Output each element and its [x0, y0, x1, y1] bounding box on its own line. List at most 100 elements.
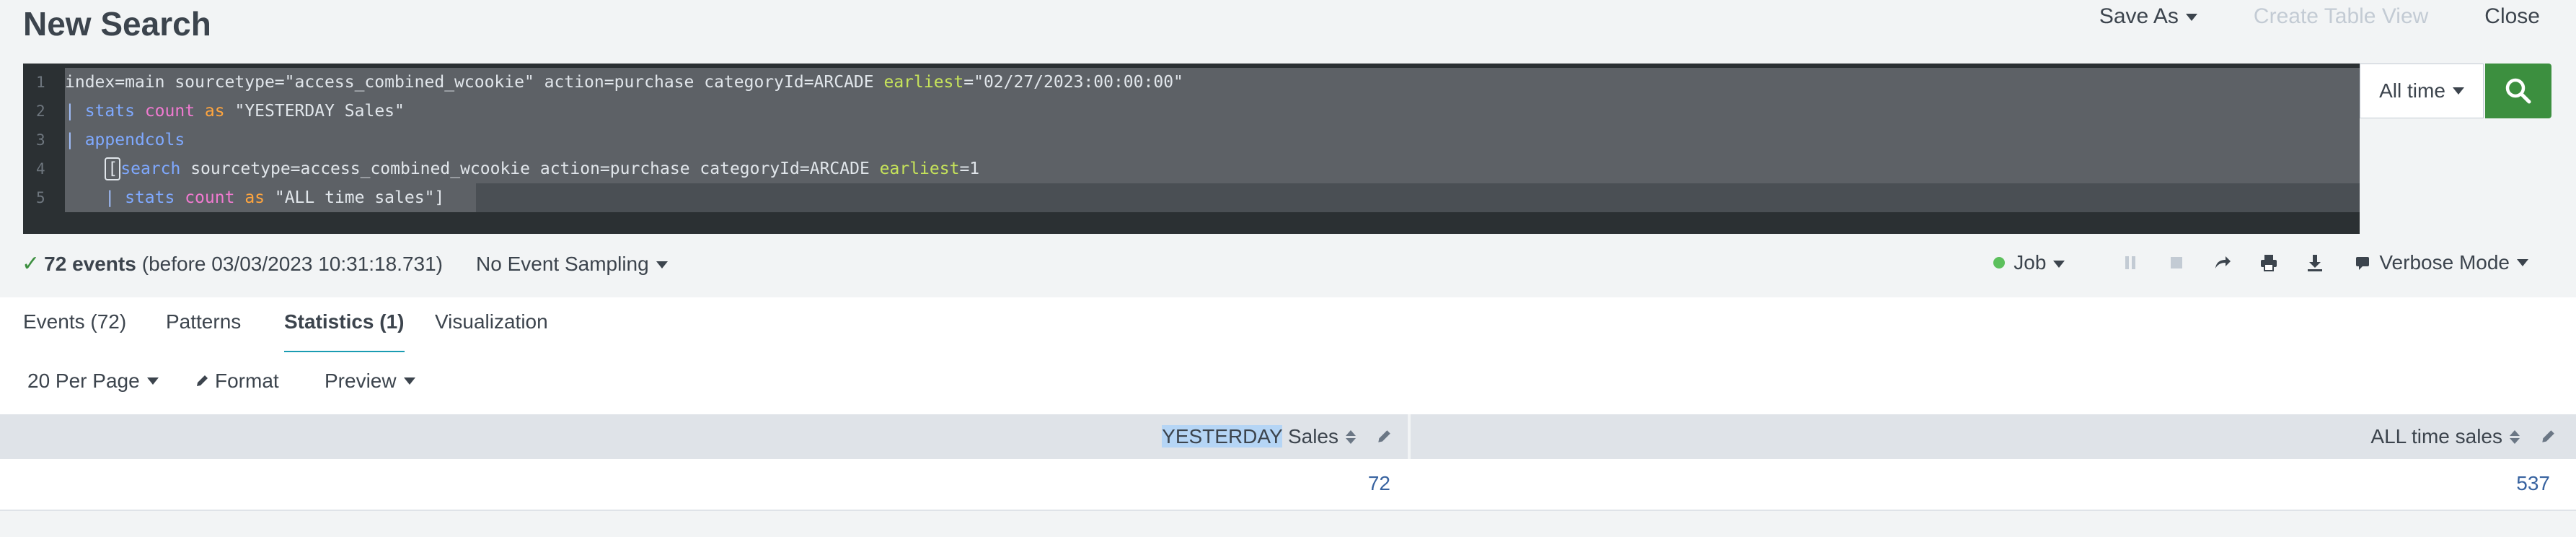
time-range-label: All time: [2379, 79, 2445, 102]
code-token: =1: [959, 160, 980, 178]
format-button[interactable]: Format: [195, 370, 279, 393]
code-token: |: [65, 131, 85, 149]
event-sampling-dropdown[interactable]: No Event Sampling: [476, 253, 668, 276]
column-header-yesterday-sales[interactable]: YESTERDAY Sales: [0, 414, 1392, 459]
search-editor[interactable]: 1 2 3 4 5 index=main sourcetype="access_…: [23, 64, 2360, 234]
stop-button[interactable]: [2166, 252, 2187, 274]
tab-patterns[interactable]: Patterns: [166, 310, 241, 351]
code-token: "ALL time sales"]: [265, 188, 445, 207]
code-line-3[interactable]: | appendcols: [65, 126, 185, 154]
print-icon: [2261, 255, 2277, 271]
share-icon: [2215, 256, 2231, 268]
results-tabs: Events (72) Patterns Statistics (1) Visu…: [0, 297, 2576, 354]
code-token: |: [65, 188, 125, 207]
line-number-gutter: 1 2 3 4 5: [23, 64, 65, 234]
sort-icon[interactable]: [2510, 429, 2520, 444]
search-mode-dropdown[interactable]: Verbose Mode: [2355, 251, 2528, 274]
events-timestamp: (before 03/03/2023 10:31:18.731): [141, 252, 444, 275]
tab-statistics[interactable]: Statistics (1): [284, 310, 405, 354]
code-token: |: [65, 102, 85, 121]
share-button[interactable]: [2212, 252, 2233, 274]
code-token: ="02/27/2023:00:00:00": [963, 73, 1183, 92]
save-as-button[interactable]: Save As: [2099, 4, 2197, 29]
search-mode-label: Verbose Mode: [2379, 251, 2510, 274]
preview-dropdown[interactable]: Preview: [325, 370, 415, 393]
pencil-icon: [197, 375, 208, 386]
job-controls: Job Verbose Mode: [1993, 251, 2528, 274]
save-as-label: Save As: [2099, 4, 2179, 28]
column-header-label: ALL time sales: [2370, 425, 2502, 448]
job-menu[interactable]: Job: [2013, 251, 2065, 274]
code-token: appendcols: [84, 131, 185, 149]
code-token: stats: [125, 188, 175, 207]
code-token: as: [204, 102, 225, 121]
code-line-5[interactable]: | stats count as "ALL time sales"]: [65, 183, 444, 212]
text-selection: YESTERDAY: [1162, 425, 1283, 448]
per-page-dropdown[interactable]: 20 Per Page: [27, 370, 159, 393]
search-icon: [2505, 78, 2531, 104]
line-number: 2: [36, 102, 45, 120]
job-status-bar: ✓ 72 events (before 03/03/2023 10:31:18.…: [0, 248, 2576, 280]
edit-column-icon[interactable]: [2540, 429, 2556, 445]
column-header-all-time-sales[interactable]: ALL time sales: [1411, 414, 2556, 459]
close-button[interactable]: Close: [2484, 4, 2540, 29]
time-range-picker[interactable]: All time: [2360, 64, 2484, 118]
code-line-2[interactable]: | stats count as "YESTERDAY Sales": [65, 97, 405, 126]
code-token: as: [244, 188, 265, 207]
text-cursor: [: [105, 157, 121, 180]
code-token: index=main sourcetype="access_combined_w…: [65, 73, 884, 92]
job-label: Job: [2013, 251, 2047, 274]
event-sampling-label: No Event Sampling: [476, 252, 649, 275]
line-number: 5: [36, 189, 45, 206]
column-header-text: Sales: [1282, 425, 1338, 448]
mode-icon: [2356, 257, 2370, 270]
search-button[interactable]: [2485, 64, 2551, 118]
tab-visualization[interactable]: Visualization: [435, 310, 548, 351]
column-header-label: YESTERDAY Sales: [1162, 425, 1338, 448]
download-icon: [2308, 255, 2323, 271]
per-page-label: 20 Per Page: [27, 370, 140, 392]
events-count: 72 events: [44, 252, 136, 275]
export-button[interactable]: [2304, 252, 2326, 274]
cell-all-time-sales[interactable]: 537: [2516, 472, 2550, 495]
create-table-view-button[interactable]: Create Table View: [2254, 4, 2428, 29]
cell-yesterday-sales[interactable]: 72: [1368, 472, 1390, 495]
chevron-down-icon: [146, 377, 159, 385]
code-token: "YESTERDAY Sales": [224, 102, 405, 121]
sort-icon[interactable]: [1346, 429, 1356, 444]
tab-events[interactable]: Events (72): [23, 310, 126, 351]
pause-button[interactable]: [2120, 252, 2141, 274]
code-token: earliest: [879, 160, 960, 178]
top-bar: New Search Save As Create Table View Clo…: [0, 0, 2576, 64]
chevron-down-icon: [2185, 14, 2197, 22]
top-actions: Save As Create Table View Close: [2043, 4, 2540, 29]
chevron-down-icon: [2053, 260, 2065, 268]
code-token: count: [144, 102, 195, 121]
table-header: YESTERDAY Sales ALL time sales: [0, 414, 2576, 459]
table-row: 72 537: [0, 459, 2576, 511]
format-label: Format: [215, 370, 279, 392]
line-number: 3: [36, 131, 45, 149]
print-button[interactable]: [2258, 252, 2280, 274]
chevron-down-icon: [656, 261, 668, 269]
job-status-icon: [1993, 257, 2006, 268]
table-controls: 20 Per Page Format Preview: [0, 352, 2576, 414]
code-line-1[interactable]: index=main sourcetype="access_combined_w…: [65, 68, 1183, 97]
line-number: 1: [36, 74, 45, 91]
code-line-4[interactable]: [search sourcetype=access_combined_wcook…: [65, 154, 979, 183]
code-token: stats: [84, 102, 135, 121]
code-token: search: [120, 160, 181, 178]
edit-column-icon[interactable]: [1376, 429, 1392, 445]
selection-highlight: [476, 183, 2360, 212]
chevron-down-icon: [2517, 259, 2528, 266]
code-token: sourcetype=access_combined_wcookie actio…: [180, 160, 880, 178]
code-token: earliest: [883, 73, 964, 92]
checkmark-icon: ✓: [22, 252, 40, 276]
page-title: New Search: [23, 5, 211, 43]
chevron-down-icon: [2452, 87, 2464, 95]
line-number: 4: [36, 160, 45, 178]
